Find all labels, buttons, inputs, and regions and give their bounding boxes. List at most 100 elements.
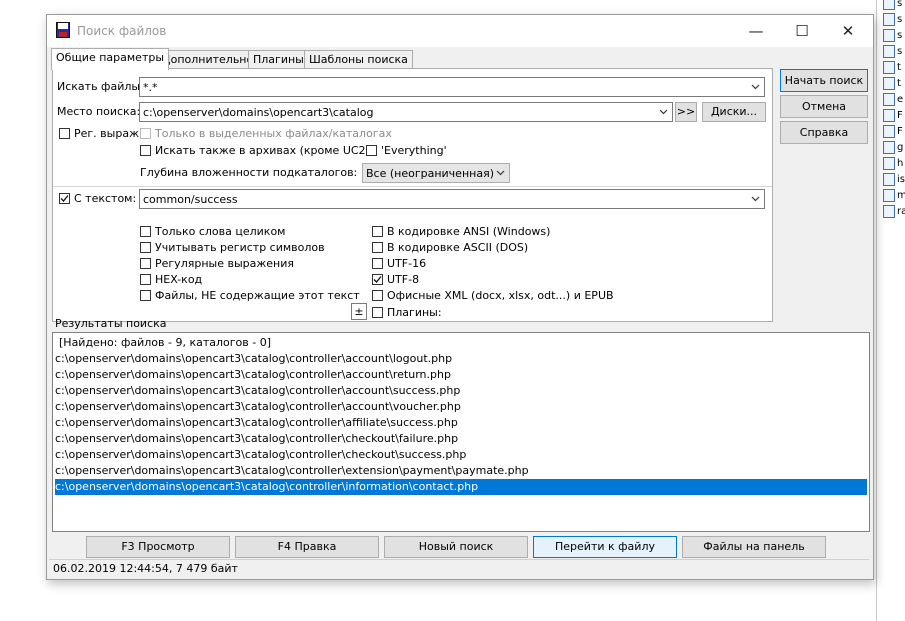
files-to-panel-button[interactable]: Файлы на панель	[682, 536, 826, 558]
minimize-button[interactable]: —	[733, 15, 779, 47]
ansi-label: В кодировке ANSI (Windows)	[387, 225, 551, 238]
search-location-combo[interactable]: c:\openserver\domains\opencart3\catalog	[139, 102, 673, 122]
search-files-value: *.*	[143, 81, 158, 94]
floppy-disk-icon	[56, 22, 70, 38]
file-icon	[883, 172, 895, 186]
checkmark-icon	[373, 276, 382, 283]
utf8-checkbox[interactable]	[372, 274, 383, 285]
with-text-checkbox[interactable]	[59, 193, 70, 204]
start-search-button[interactable]: Начать поиск	[780, 69, 868, 92]
office-xml-checkbox[interactable]	[372, 290, 383, 301]
search-text-value: common/success	[143, 193, 238, 206]
file-icon	[883, 140, 895, 154]
plugins-label: Плагины:	[387, 306, 442, 319]
status-text: 06.02.2019 12:44:54, 7 479 байт	[53, 562, 238, 575]
background-file-panel: s s s s t t e F F g h is m ra	[876, 0, 905, 621]
help-button[interactable]: Справка	[780, 121, 868, 144]
list-item[interactable]: c:\openserver\domains\opencart3\catalog\…	[55, 463, 867, 479]
search-files-combo[interactable]: *.*	[139, 77, 765, 97]
goto-file-button[interactable]: Перейти к файлу	[533, 536, 677, 558]
list-item[interactable]: [Найдено: файлов - 9, каталогов - 0]	[59, 335, 871, 351]
only-selected-checkbox[interactable]	[140, 128, 151, 139]
list-item[interactable]: c:\openserver\domains\opencart3\catalog\…	[55, 415, 867, 431]
title-bar[interactable]: Поиск файлов — ☐ ✕	[47, 15, 873, 47]
bg-file-item[interactable]: t	[883, 76, 905, 91]
file-icon	[883, 124, 895, 138]
chevron-down-icon[interactable]	[659, 107, 668, 116]
file-icon	[883, 44, 895, 58]
bg-file-item[interactable]: h	[883, 156, 905, 171]
ascii-checkbox[interactable]	[372, 242, 383, 253]
bg-file-item[interactable]: m	[883, 188, 905, 203]
view-button[interactable]: F3 Просмотр	[86, 536, 230, 558]
file-icon	[883, 76, 895, 90]
whole-words-checkbox[interactable]	[140, 226, 151, 237]
list-item[interactable]: c:\openserver\domains\opencart3\catalog\…	[55, 383, 867, 399]
new-search-button[interactable]: Новый поиск	[384, 536, 528, 558]
depth-value: Все (неограниченная)	[366, 167, 494, 180]
close-button[interactable]: ✕	[825, 15, 871, 47]
chevron-down-icon[interactable]	[751, 194, 760, 203]
search-text-combo[interactable]: common/success	[139, 189, 765, 209]
list-item[interactable]: c:\openserver\domains\opencart3\catalog\…	[55, 351, 867, 367]
bg-file-item[interactable]: F	[883, 108, 905, 123]
chevron-down-icon[interactable]	[751, 82, 760, 91]
list-item[interactable]: c:\openserver\domains\opencart3\catalog\…	[55, 367, 867, 383]
maximize-button[interactable]: ☐	[779, 15, 825, 47]
not-containing-checkbox[interactable]	[140, 290, 151, 301]
tab-advanced[interactable]: Дополнительно	[157, 50, 259, 69]
file-icon	[883, 92, 895, 106]
bg-file-item[interactable]: t	[883, 60, 905, 75]
bg-file-item[interactable]: ra	[883, 204, 905, 219]
everything-label: 'Everything'	[381, 144, 447, 157]
chevron-down-icon[interactable]	[496, 168, 505, 177]
regex-checkbox[interactable]	[59, 128, 70, 139]
with-text-label: С текстом:	[74, 192, 137, 205]
bg-file-item[interactable]: e	[883, 92, 905, 107]
drives-button[interactable]: Диски...	[702, 102, 766, 122]
status-bar: 06.02.2019 12:44:54, 7 479 байт	[49, 559, 869, 578]
cancel-button[interactable]: Отмена	[780, 95, 868, 118]
tab-plugins[interactable]: Плагины	[248, 50, 309, 69]
utf8-label: UTF-8	[387, 273, 420, 286]
plugins-checkbox[interactable]	[372, 307, 383, 318]
bg-file-item[interactable]: s	[883, 28, 905, 43]
regex-label: Рег. выраж.	[74, 127, 143, 140]
bg-file-item[interactable]: F	[883, 124, 905, 139]
case-sensitive-checkbox[interactable]	[140, 242, 151, 253]
tab-general[interactable]: Общие параметры	[51, 48, 170, 70]
search-location-value: c:\openserver\domains\opencart3\catalog	[143, 106, 374, 119]
results-list[interactable]: [Найдено: файлов - 9, каталогов - 0] c:\…	[52, 332, 870, 532]
bg-file-item[interactable]: g	[883, 140, 905, 155]
find-files-dialog: Поиск файлов — ☐ ✕ Общие параметры Допол…	[46, 14, 874, 580]
search-files-label: Искать файлы:	[57, 80, 144, 93]
archives-checkbox[interactable]	[140, 145, 151, 156]
bg-file-item[interactable]: is	[883, 172, 905, 187]
search-location-label: Место поиска:	[57, 105, 141, 118]
list-item[interactable]: c:\openserver\domains\opencart3\catalog\…	[55, 447, 867, 463]
regex-text-label: Регулярные выражения	[155, 257, 294, 270]
not-containing-label: Файлы, НЕ содержащие этот текст	[155, 289, 360, 302]
checkmark-icon	[60, 195, 69, 202]
bg-file-item[interactable]: s	[883, 44, 905, 59]
regex-text-checkbox[interactable]	[140, 258, 151, 269]
bg-file-item[interactable]: s	[883, 12, 905, 27]
list-item-selected[interactable]: c:\openserver\domains\opencart3\catalog\…	[55, 479, 867, 495]
file-icon	[883, 28, 895, 42]
hex-checkbox[interactable]	[140, 274, 151, 285]
results-label: Результаты поиска	[55, 317, 167, 330]
edit-button[interactable]: F4 Правка	[235, 536, 379, 558]
bg-file-item[interactable]: s	[883, 0, 905, 11]
list-item[interactable]: c:\openserver\domains\opencart3\catalog\…	[55, 431, 867, 447]
tab-search-templates[interactable]: Шаблоны поиска	[304, 50, 413, 69]
file-icon	[883, 156, 895, 170]
list-item[interactable]: c:\openserver\domains\opencart3\catalog\…	[55, 399, 867, 415]
plus-minus-button[interactable]: ±	[351, 303, 367, 320]
utf16-checkbox[interactable]	[372, 258, 383, 269]
whole-words-label: Только слова целиком	[155, 225, 286, 238]
ansi-checkbox[interactable]	[372, 226, 383, 237]
depth-select[interactable]: Все (неограниченная)	[362, 163, 510, 183]
general-options-panel: Искать файлы: *.* Место поиска: c:\opens…	[52, 68, 773, 322]
everything-checkbox[interactable]	[366, 145, 377, 156]
browse-button[interactable]: >>	[675, 102, 697, 122]
